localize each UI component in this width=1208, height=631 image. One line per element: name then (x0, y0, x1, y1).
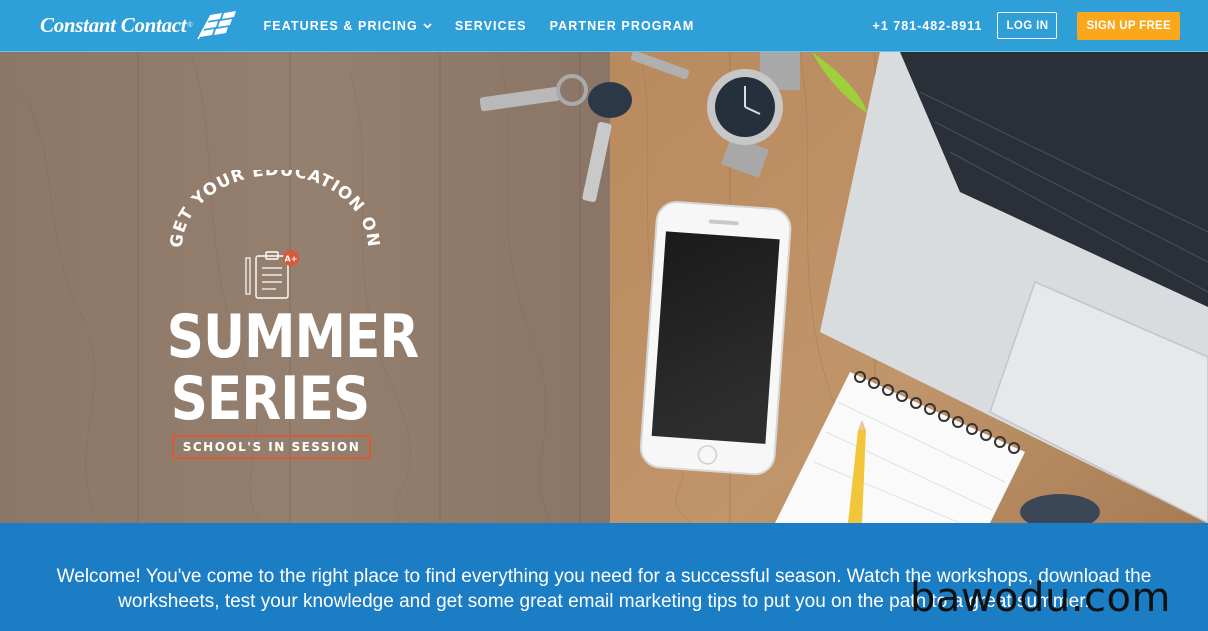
top-nav: Constant Contact ® FEATURES & PRICING SE… (0, 0, 1208, 52)
nav-features-pricing[interactable]: FEATURES & PRICING (264, 19, 432, 33)
arc-heading: GET YOUR EDUCATION ON (167, 170, 384, 249)
phone-image (639, 201, 792, 476)
grade-label: A+ (285, 255, 298, 264)
nav-features-pricing-label: FEATURES & PRICING (263, 18, 418, 33)
arc-heading-text: GET YOUR EDUCATION ON (167, 170, 383, 249)
signup-button[interactable]: SIGN UP FREE (1077, 11, 1180, 40)
summer-series-badge: GET YOUR EDUCATION ON A+ SUMMER SERIES S… (150, 170, 419, 470)
phone-number-link[interactable]: +1 781-482-8911 (873, 19, 983, 33)
nav-services[interactable]: SERVICES (455, 19, 527, 33)
hero-subtitle: SCHOOL'S IN SESSION (172, 435, 371, 459)
brand-logo[interactable]: Constant Contact ® (40, 10, 240, 41)
brand-name: Constant Contact (40, 13, 187, 37)
hero-title-line1: SUMMER (166, 302, 419, 372)
svg-text:GET YOUR EDUCATION ON: GET YOUR EDUCATION ON (167, 170, 384, 249)
registered-mark: ® (187, 22, 193, 29)
envelope-flag-icon (196, 10, 236, 39)
nav-partner-program[interactable]: PARTNER PROGRAM (550, 19, 695, 33)
hero-banner: GET YOUR EDUCATION ON A+ SUMMER SERIES S… (0, 52, 1208, 523)
main-menu: FEATURES & PRICING SERVICES PARTNER PROG… (264, 19, 718, 33)
watermark-text: bawodu.com (910, 575, 1171, 621)
hero-title-line2: SERIES (170, 364, 370, 434)
login-button[interactable]: LOG IN (997, 12, 1058, 39)
chevron-down-icon (423, 22, 432, 29)
nav-actions: +1 781-482-8911 LOG IN SIGN UP FREE (873, 11, 1180, 40)
hero-title: SUMMER SERIES (166, 302, 419, 434)
clipboard-icon: A+ (245, 250, 299, 299)
